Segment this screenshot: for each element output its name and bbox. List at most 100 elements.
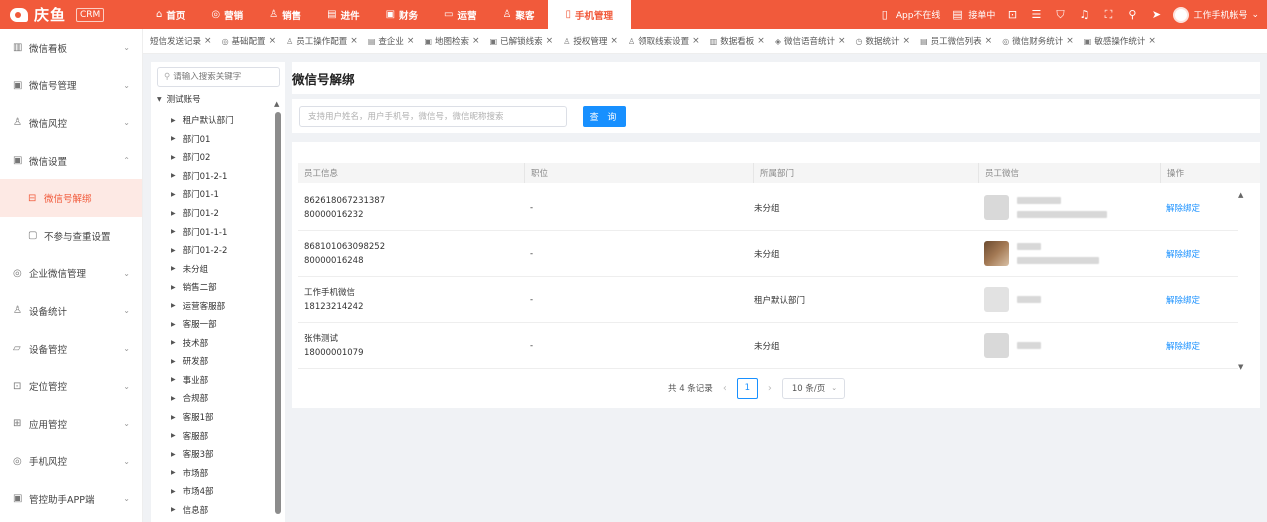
- shirt-icon[interactable]: ⛉: [1053, 8, 1067, 22]
- close-icon[interactable]: ×: [838, 36, 846, 46]
- caret-right-icon[interactable]: ▶: [171, 469, 176, 476]
- tree-node[interactable]: ▶ 客服部: [171, 426, 234, 445]
- caret-right-icon[interactable]: ▶: [171, 339, 176, 346]
- nav-item-5[interactable]: ▭ 运营: [431, 0, 489, 29]
- order-status[interactable]: ▤ 接单中: [950, 8, 995, 21]
- send-icon[interactable]: ➤: [1149, 8, 1163, 21]
- scroll-up-icon[interactable]: ▲: [274, 100, 279, 108]
- nav-item-6[interactable]: ♙ 聚客: [490, 0, 548, 29]
- caret-right-icon[interactable]: ▶: [171, 506, 176, 513]
- tab-12[interactable]: ◎ 微信财务统计 ×: [998, 29, 1080, 53]
- search-icon[interactable]: ⚲: [1125, 8, 1139, 21]
- tab-8[interactable]: ▥ 数据看板 ×: [706, 29, 771, 53]
- caret-right-icon[interactable]: ▶: [171, 358, 176, 365]
- caret-right-icon[interactable]: ▶: [171, 154, 176, 161]
- sidebar-item-10[interactable]: ⊞ 应用管控 ⌄: [0, 405, 142, 443]
- tree-node[interactable]: ▶ 部门01-2: [171, 204, 234, 223]
- nav-item-0[interactable]: ⌂ 首页: [143, 0, 198, 29]
- caret-right-icon[interactable]: ▶: [171, 321, 176, 328]
- tab-5[interactable]: ▣ 已解锁线索 ×: [486, 29, 560, 53]
- tree-node[interactable]: ▶ 市场部: [171, 463, 234, 482]
- tree-scrollbar[interactable]: ▲: [274, 100, 282, 522]
- tab-6[interactable]: ♙ 授权管理 ×: [559, 29, 624, 53]
- caret-right-icon[interactable]: ▶: [171, 302, 176, 309]
- sidebar-item-4[interactable]: ⊟ 微信号解绑: [0, 179, 142, 217]
- caret-right-icon[interactable]: ▶: [171, 172, 176, 179]
- tree-node[interactable]: ▶ 未分组: [171, 259, 234, 278]
- close-icon[interactable]: ×: [407, 36, 415, 46]
- bell-icon[interactable]: ♫: [1077, 8, 1091, 21]
- tree-node[interactable]: ▶ 部门01-1: [171, 185, 234, 204]
- brand-logo[interactable]: 庆鱼 CRM: [0, 0, 143, 29]
- tab-10[interactable]: ◷ 数据统计 ×: [852, 29, 917, 53]
- tree-node[interactable]: ▶ 市场4部: [171, 482, 234, 501]
- tree-node[interactable]: ▶ 部门01: [171, 130, 234, 149]
- close-icon[interactable]: ×: [472, 36, 480, 46]
- caret-right-icon[interactable]: ▶: [171, 414, 176, 421]
- caret-right-icon[interactable]: ▶: [171, 451, 176, 458]
- close-icon[interactable]: ×: [269, 36, 277, 46]
- tab-3[interactable]: ▤ 查企业 ×: [364, 29, 421, 53]
- search-button[interactable]: 查 询: [583, 106, 626, 127]
- unbind-button[interactable]: 解除绑定: [1166, 202, 1200, 214]
- nav-item-7[interactable]: ▯ 手机管理: [547, 0, 632, 29]
- sidebar-item-1[interactable]: ▣ 微信号管理 ⌄: [0, 67, 142, 105]
- search-input[interactable]: [299, 106, 567, 127]
- caret-right-icon[interactable]: ▶: [171, 395, 176, 402]
- tree-node[interactable]: ▶ 租户默认部门: [171, 111, 234, 130]
- unbind-button[interactable]: 解除绑定: [1166, 294, 1200, 306]
- next-page-icon[interactable]: ›: [768, 383, 772, 394]
- sidebar-item-11[interactable]: ◎ 手机风控 ⌄: [0, 443, 142, 481]
- tab-0[interactable]: 短信发送记录 ×: [143, 29, 218, 53]
- caret-right-icon[interactable]: ▶: [171, 117, 176, 124]
- tree-node[interactable]: ▶ 运营客服部: [171, 296, 234, 315]
- account-menu[interactable]: 工作手机帐号 ⌄: [1173, 6, 1259, 23]
- tree-node[interactable]: ▶ 事业部: [171, 371, 234, 390]
- caret-right-icon[interactable]: ▶: [171, 191, 176, 198]
- caret-right-icon[interactable]: ▶: [171, 265, 176, 272]
- tree-node[interactable]: ▶ 技术部: [171, 334, 234, 353]
- nav-item-1[interactable]: ◎ 营销: [198, 0, 256, 29]
- tab-2[interactable]: ♙ 员工操作配置 ×: [282, 29, 364, 53]
- tree-node[interactable]: ▶ 研发部: [171, 352, 234, 371]
- nav-item-3[interactable]: ▤ 进件: [314, 0, 372, 29]
- sidebar-item-6[interactable]: ◎ 企业微信管理 ⌄: [0, 255, 142, 293]
- tree-node[interactable]: ▶ 部门01-1-1: [171, 222, 234, 241]
- sidebar-item-7[interactable]: ♙ 设备统计 ⌄: [0, 292, 142, 330]
- caret-right-icon[interactable]: ▶: [171, 228, 176, 235]
- tab-1[interactable]: ◎ 基础配置 ×: [218, 29, 283, 53]
- tab-4[interactable]: ▣ 地图检索 ×: [420, 29, 485, 53]
- fullscreen-icon[interactable]: ⛶: [1101, 8, 1115, 22]
- scroll-down-icon[interactable]: ▼: [1238, 363, 1243, 371]
- tree-node[interactable]: ▶ 部门01-2-2: [171, 241, 234, 260]
- sidebar-item-12[interactable]: ▣ 管控助手APP端 ⌄: [0, 480, 142, 518]
- lock-icon[interactable]: ⊡: [1005, 8, 1019, 21]
- list-icon[interactable]: ☰: [1029, 8, 1043, 21]
- sidebar-item-0[interactable]: ▥ 微信看板 ⌄: [0, 29, 142, 67]
- prev-page-icon[interactable]: ‹: [723, 383, 727, 394]
- sidebar-item-3[interactable]: ▣ 微信设置 ⌃: [0, 142, 142, 180]
- sidebar-item-8[interactable]: ▱ 设备管控 ⌄: [0, 330, 142, 368]
- close-icon[interactable]: ×: [1066, 36, 1074, 46]
- sidebar-item-2[interactable]: ♙ 微信风控 ⌄: [0, 104, 142, 142]
- close-icon[interactable]: ×: [610, 36, 618, 46]
- caret-right-icon[interactable]: ▶: [171, 432, 176, 439]
- unbind-button[interactable]: 解除绑定: [1166, 248, 1200, 260]
- tree-node[interactable]: ▶ 信息部: [171, 500, 234, 519]
- tab-13[interactable]: ▣ 敏感操作统计 ×: [1080, 29, 1162, 53]
- tab-11[interactable]: ▤ 员工微信列表 ×: [916, 29, 998, 53]
- tree-node[interactable]: ▶ 销售二部: [171, 278, 234, 297]
- tree-search-input[interactable]: [173, 72, 274, 82]
- tree-node[interactable]: ▶ 客服3部: [171, 445, 234, 464]
- tree-node[interactable]: ▶ 部门02: [171, 148, 234, 167]
- close-icon[interactable]: ×: [204, 36, 212, 46]
- close-icon[interactable]: ×: [985, 36, 993, 46]
- table-scrollbar[interactable]: ▲ ▼: [1234, 191, 1252, 371]
- close-icon[interactable]: ×: [903, 36, 911, 46]
- close-icon[interactable]: ×: [757, 36, 765, 46]
- caret-right-icon[interactable]: ▶: [171, 210, 176, 217]
- sidebar-item-9[interactable]: ⊡ 定位管控 ⌄: [0, 367, 142, 405]
- close-icon[interactable]: ×: [546, 36, 554, 46]
- tab-9[interactable]: ◈ 微信语音统计 ×: [771, 29, 852, 53]
- tree-node[interactable]: ▶ 客服1部: [171, 408, 234, 427]
